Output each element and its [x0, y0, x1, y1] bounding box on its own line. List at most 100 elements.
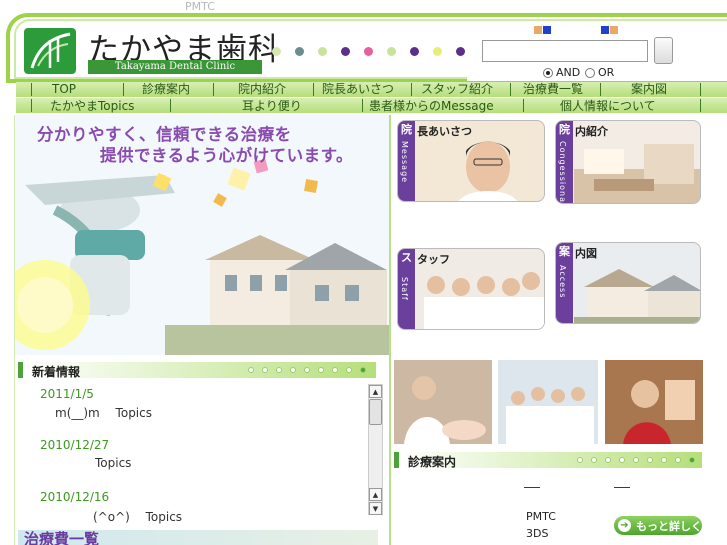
section-dot — [619, 457, 625, 463]
clinic-name-en: Takayama Dental Clinic — [88, 60, 262, 74]
section-dot — [276, 367, 282, 373]
treatment-photo — [394, 360, 492, 444]
nav-separator — [31, 83, 32, 96]
top-label: PMTC — [185, 0, 215, 13]
nav-privacy[interactable]: 個人情報について — [560, 99, 656, 113]
header-dot — [341, 47, 350, 56]
header-dot — [387, 47, 396, 56]
news-item-link[interactable]: m(__)m Topics — [55, 404, 152, 421]
nav-separator — [213, 83, 214, 96]
thumb-bar-char: 院 — [401, 123, 412, 136]
fee-list-banner[interactable]: 治療費一覧 — [18, 530, 378, 545]
nav-top[interactable]: TOP — [52, 82, 76, 96]
orange-square-icon — [610, 26, 618, 34]
hero-headline-2: 提供できるよう心がけています。 — [100, 146, 354, 165]
scroll-up-arrow-icon[interactable]: ▲ — [369, 385, 382, 398]
news-date: 2010/12/16 — [40, 490, 110, 504]
search-input[interactable] — [482, 40, 648, 62]
thumb-vertical-label: Access — [558, 265, 567, 299]
more-details-label: もっと詳しく — [636, 520, 702, 533]
section-dot — [675, 457, 681, 463]
clinic-logo-icon[interactable] — [24, 28, 76, 74]
director-greeting-thumb[interactable]: 院 Message 長あいさつ — [397, 120, 545, 202]
more-details-button[interactable]: ➔ もっと詳しく — [614, 516, 702, 535]
section-dot — [605, 457, 611, 463]
section-dot — [577, 457, 583, 463]
news-date: 2011/1/5 — [40, 387, 94, 401]
news-item-link[interactable]: Topics — [95, 456, 131, 470]
nav-separator — [411, 83, 412, 96]
nav-separator — [600, 83, 601, 96]
orange-square-icon — [534, 26, 542, 34]
or-label: OR — [598, 66, 615, 79]
nav-treatment[interactable]: 診療案内 — [142, 82, 190, 96]
treatment-heading-bar: 診療案内 — [394, 452, 702, 469]
header-dot — [364, 47, 373, 56]
blue-square-icon — [543, 26, 551, 34]
staff-group-photo — [498, 360, 598, 444]
thumb-bar-char: 院 — [559, 123, 570, 136]
header-dot — [456, 47, 465, 56]
clinic-intro-thumb[interactable]: 院 Congessional 内紹介 — [555, 120, 701, 204]
nav-staff[interactable]: スタッフ紹介 — [421, 82, 493, 96]
nav-separator — [700, 83, 701, 96]
news-item-link[interactable]: (^o^) Topics — [93, 508, 182, 525]
arrow-right-icon: ➔ — [618, 519, 631, 532]
nav-clinic-intro[interactable]: 院内紹介 — [238, 82, 286, 96]
treatment-heading: 診療案内 — [408, 455, 457, 469]
nav-separator — [123, 83, 124, 96]
news-heading: 新着情報 — [32, 365, 81, 379]
section-dot — [262, 367, 268, 373]
nav-separator — [31, 99, 32, 112]
section-dot — [647, 457, 653, 463]
section-dot — [304, 367, 310, 373]
nav-map[interactable]: 案内図 — [631, 82, 667, 96]
section-dot — [248, 367, 254, 373]
section-dot — [318, 367, 324, 373]
section-dot — [290, 367, 296, 373]
staff-thumb[interactable]: ス Staff タッフ — [397, 248, 545, 330]
nav-topics[interactable]: たかやまTopics — [50, 99, 134, 113]
nav-separator — [510, 83, 511, 96]
treatment-link-underline[interactable] — [614, 487, 630, 488]
and-radio[interactable] — [543, 68, 553, 78]
nav-fees[interactable]: 治療費一覧 — [523, 82, 583, 96]
thumb-vertical-label: Message — [400, 141, 409, 184]
section-dot — [360, 367, 366, 373]
scroll-up-arrow-icon[interactable]: ▲ — [369, 488, 382, 501]
nav-separator — [362, 99, 363, 112]
scrollbar-thumb[interactable] — [369, 399, 382, 425]
thumb-bar-char: ス — [401, 251, 412, 264]
nav-director-greeting[interactable]: 院長あいさつ — [322, 82, 394, 96]
thumb-title: 内紹介 — [575, 125, 608, 138]
treatment-item-3ds[interactable]: 3DS — [526, 527, 548, 540]
scroll-down-arrow-icon[interactable]: ▼ — [369, 502, 382, 515]
section-dot — [633, 457, 639, 463]
nav-separator — [523, 99, 524, 112]
section-dot — [332, 367, 338, 373]
column-divider — [389, 115, 391, 545]
blue-square-icon — [601, 26, 609, 34]
nav-news[interactable]: 耳より便り — [242, 99, 302, 113]
fee-banner-label: 治療費一覧 — [24, 530, 100, 545]
header-dot — [410, 47, 419, 56]
section-dot — [689, 457, 695, 463]
section-dot — [346, 367, 352, 373]
nav-separator — [313, 83, 314, 96]
or-radio[interactable] — [585, 68, 595, 78]
header-dot — [318, 47, 327, 56]
treatment-item-pmtc[interactable]: PMTC — [526, 510, 556, 523]
header-dot — [433, 47, 442, 56]
map-thumb[interactable]: 案 Access 内図 — [555, 242, 701, 324]
nav-separator — [170, 99, 171, 112]
nav-patient-message[interactable]: 患者様からのMessage — [369, 99, 494, 113]
search-button[interactable] — [654, 37, 673, 64]
header-dot — [295, 47, 304, 56]
thumb-bar-char: 案 — [559, 245, 570, 258]
nav-separator — [700, 99, 701, 112]
treatment-link-underline[interactable] — [524, 487, 540, 488]
thumb-vertical-label: Congessional — [558, 141, 567, 204]
header-dot — [272, 47, 281, 56]
child-photo — [605, 360, 703, 444]
thumb-vertical-label: Staff — [400, 277, 409, 301]
